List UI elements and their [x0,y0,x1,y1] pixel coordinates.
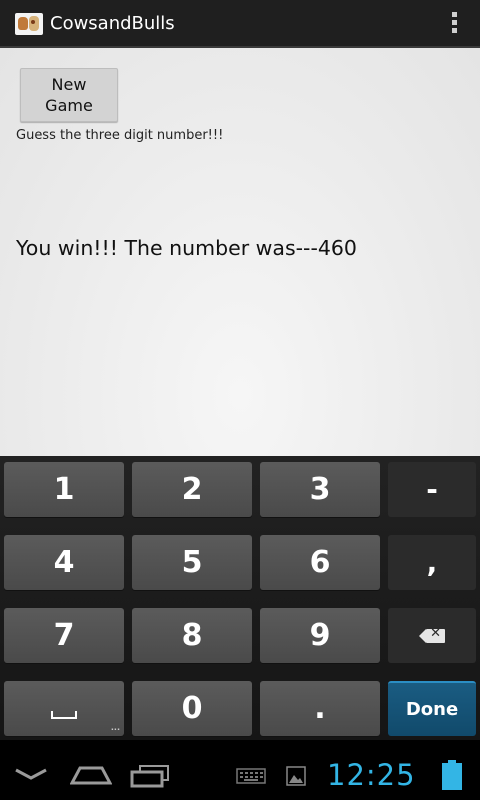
clock: 12:25 [327,758,416,792]
app-icon[interactable] [15,13,43,35]
home-icon[interactable] [70,764,112,788]
keyboard-icon[interactable] [236,768,266,784]
key-space[interactable]: ··· [4,681,124,736]
key-9[interactable]: 9 [260,608,380,663]
key-comma[interactable]: , [388,535,476,590]
delete-key[interactable]: ✕ [388,608,476,663]
main-content: New Game Guess the three digit number!!!… [0,48,480,456]
key-7[interactable]: 7 [4,608,124,663]
key-4[interactable]: 4 [4,535,124,590]
key-minus[interactable]: - [388,462,476,517]
done-key[interactable]: Done [388,681,476,736]
key-period[interactable]: . [260,681,380,736]
space-icon [51,710,77,719]
key-6[interactable]: 6 [260,535,380,590]
overflow-menu-icon[interactable] [450,12,458,36]
key-2[interactable]: 2 [132,462,252,517]
instruction-text: Guess the three digit number!!! [16,128,224,143]
key-8[interactable]: 8 [132,608,252,663]
recent-apps-icon[interactable] [130,764,172,788]
new-game-button[interactable]: New Game [20,68,118,122]
back-icon[interactable] [14,764,48,786]
screenshot-icon [286,766,306,786]
key-5[interactable]: 5 [132,535,252,590]
more-keys-icon: ··· [110,725,120,734]
battery-icon [442,760,462,790]
result-text: You win!!! The number was---460 [16,236,357,260]
action-bar: CowsandBulls [0,0,480,48]
app-title: CowsandBulls [50,13,175,34]
key-3[interactable]: 3 [260,462,380,517]
key-0[interactable]: 0 [132,681,252,736]
backspace-icon: ✕ [419,626,445,643]
key-1[interactable]: 1 [4,462,124,517]
